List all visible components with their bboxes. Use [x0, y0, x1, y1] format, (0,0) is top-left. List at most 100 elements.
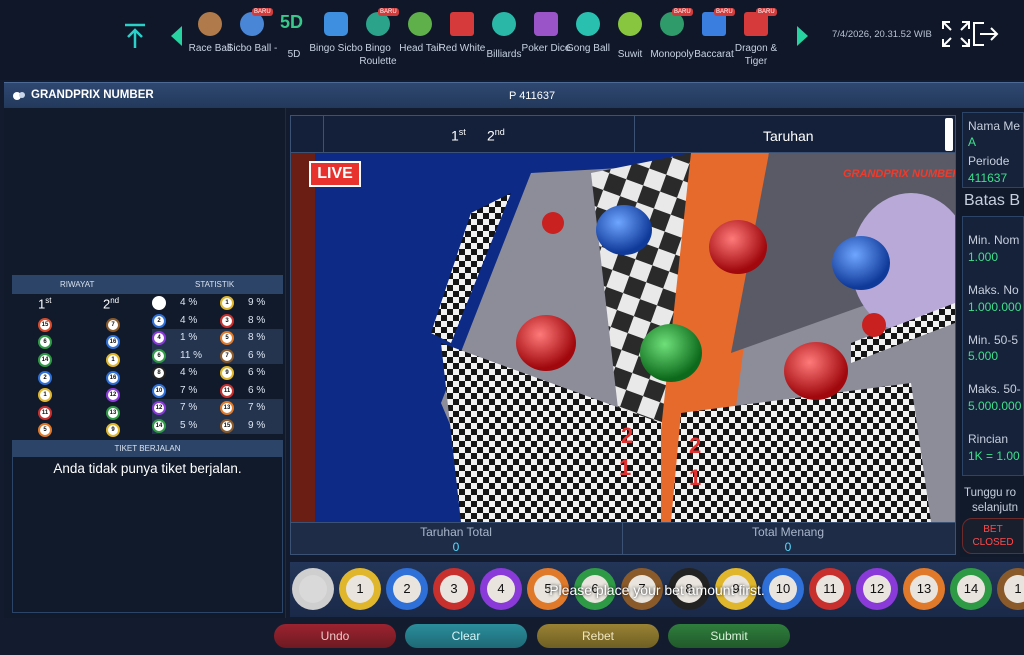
no-ticket-message: Anda tidak punya tiket berjalan. — [53, 461, 242, 476]
board-number: 2 — [689, 433, 701, 458]
stat-ball: 10 — [152, 383, 166, 398]
stat-percent: 5 % — [180, 419, 198, 431]
stat-ball: 1 — [220, 296, 234, 310]
scroll-top-icon[interactable] — [122, 22, 148, 50]
submit-button[interactable]: Submit — [668, 624, 790, 648]
max-5050-value: 5.000.000 — [968, 399, 1022, 413]
game-billiards[interactable]: Billiards — [482, 8, 526, 72]
new-badge: BARU — [756, 8, 777, 16]
stat-ball: 6 — [152, 348, 166, 363]
board-number: 1 — [619, 455, 631, 480]
new-badge: BARU — [672, 8, 693, 16]
green-ball — [640, 324, 702, 382]
stat-percent: 11 % — [180, 349, 203, 361]
history-ball: 1 — [38, 388, 52, 402]
bingo-sicbo-icon — [324, 12, 348, 36]
history-ball: 1 — [106, 353, 120, 367]
clear-button[interactable]: Clear — [405, 624, 527, 648]
stat-ball: 11 — [220, 383, 234, 398]
poker-dice-icon — [534, 12, 558, 36]
new-badge: BARU — [378, 8, 399, 16]
history-ball: 6 — [38, 335, 52, 349]
suwit-icon — [618, 12, 642, 36]
bet-totals: Taruhan Total 0 Total Menang 0 — [291, 522, 955, 555]
gong-ball-icon — [576, 12, 600, 36]
history-ball: 15 — [38, 318, 52, 332]
action-bar: Undo Clear Rebet Submit — [0, 620, 1024, 655]
race-board-image: 2 1 2 1 GRANDPRIX NUMBER — [291, 153, 955, 522]
blue-ball — [596, 205, 652, 255]
logout-icon[interactable] — [970, 20, 1000, 48]
history-ball: 14 — [38, 353, 52, 367]
red-white-icon — [450, 12, 474, 36]
stat-row: 10 7 % 11 6 % — [152, 382, 283, 400]
rebet-button[interactable]: Rebet — [537, 624, 659, 648]
statistik-label: STATISTIK — [195, 280, 235, 289]
history-ball: 9 — [106, 423, 120, 437]
stat-ball: 12 — [152, 401, 166, 415]
history-body: 1st 2nd 15 6 14 2 1 11 5 7 16 1 16 12 13… — [12, 294, 283, 437]
stat-row: 6 11 % 7 6 % — [152, 346, 283, 364]
stat-ball — [152, 296, 166, 310]
stat-ball: 7 — [220, 348, 234, 363]
games-prev-arrow-icon[interactable] — [171, 26, 182, 46]
fullscreen-icon[interactable] — [941, 20, 971, 48]
new-badge: BARU — [252, 8, 273, 16]
5d-icon: 5D — [280, 12, 304, 32]
stat-percent: 7 % — [180, 384, 198, 396]
rincian-value: 1K = 1.00 — [968, 449, 1020, 463]
wait-next-round: Tunggu ro selanjutn — [964, 487, 1019, 514]
total-menang-label: Total Menang — [751, 525, 825, 539]
game-red-white[interactable]: Red White — [439, 8, 485, 72]
rincian-label: Rincian — [968, 432, 1009, 446]
stat-row: 4 1 % 5 8 % — [152, 329, 283, 347]
history-ball: 2 — [38, 371, 52, 385]
total-menang-value: 0 — [784, 540, 792, 554]
periode-label: Periode — [968, 154, 1010, 168]
bet-instruction-message: Please place your bet amount first. — [549, 582, 765, 598]
riwayat-label: RIWAYAT — [60, 280, 95, 289]
stat-percent: 9 % — [248, 419, 266, 431]
stat-percent: 8 % — [248, 332, 266, 343]
game-race-ball[interactable]: Race Ball — [188, 8, 232, 72]
bet-number-strip: 1 2 3 4 5 6 7 8 9 10 11 12 13 14 1 Pleas… — [290, 562, 1024, 617]
game-dragon-tiger[interactable]: BARU Dragon & Tiger — [734, 8, 778, 72]
game-5d[interactable]: 5D 5D — [272, 8, 316, 72]
game-suwit[interactable]: Suwit — [608, 8, 652, 72]
small-red-ball — [862, 313, 886, 337]
min-nominal-value: 1.000 — [968, 250, 999, 264]
stat-ball: 13 — [220, 401, 234, 415]
stat-row: 14 5 % 15 9 % — [152, 416, 283, 434]
history-ball: 11 — [38, 406, 52, 420]
stat-percent: 4 % — [180, 367, 198, 378]
period-number: P 411637 — [509, 90, 556, 102]
game-monopoly[interactable]: BARU Monopoly — [650, 8, 694, 72]
member-name-value: A — [968, 135, 977, 149]
scrollbar[interactable] — [945, 118, 953, 151]
stat-row: 4 % 1 9 % — [152, 294, 283, 312]
stat-percent: 4 % — [180, 297, 198, 308]
red-ball — [709, 220, 767, 274]
game-gong-ball[interactable]: Gong Ball — [566, 8, 610, 72]
stat-percent: 6 % — [248, 367, 266, 378]
game-bingo-roulette[interactable]: BARU Bingo Roulette — [356, 8, 400, 72]
games-next-arrow-icon[interactable] — [797, 26, 808, 46]
game-header: GRANDPRIX NUMBER P 411637 — [4, 82, 1024, 108]
stat-ball: 15 — [220, 418, 234, 433]
red-ball — [784, 342, 848, 400]
periode-value: 411637 — [968, 171, 1008, 185]
history-first-header: 1st — [38, 296, 52, 312]
top-bar: Race Ball BARU Sicbo Ball - 5D 5D Bingo … — [0, 0, 1024, 80]
stat-percent: 7 % — [180, 402, 198, 413]
game-head-tail[interactable]: Head Tail — [398, 8, 442, 72]
game-sicbo-ball[interactable]: BARU Sicbo Ball - — [227, 8, 277, 72]
running-ticket-header: TIKET BERJALAN — [12, 440, 283, 457]
taruhan-header: Taruhan — [763, 128, 814, 144]
game-logo-icon — [13, 92, 25, 100]
history-second-header: 2nd — [103, 296, 120, 312]
undo-button[interactable]: Undo — [274, 624, 396, 648]
grandprix-logo-text: GRANDPRIX NUMBER — [843, 168, 955, 180]
stat-ball: 3 — [220, 313, 234, 328]
game-poker-dice[interactable]: Poker Dice — [522, 8, 570, 72]
stat-percent: 7 % — [248, 402, 266, 413]
